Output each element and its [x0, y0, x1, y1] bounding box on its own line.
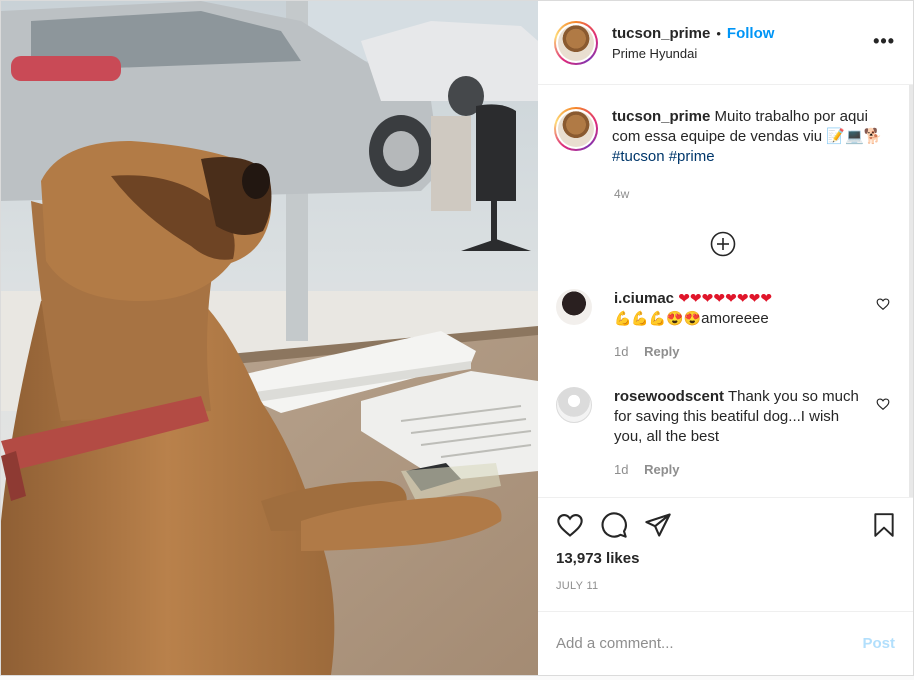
- follow-button[interactable]: Follow: [727, 25, 775, 42]
- post-caption: tucson_prime Muito trabalho por aqui com…: [554, 107, 894, 167]
- plus-circle-icon[interactable]: [710, 231, 736, 257]
- comment-emojis: 💪💪💪😍😍: [614, 310, 702, 326]
- comment-time[interactable]: 1d: [614, 344, 628, 359]
- caption-emojis: 📝💻🐕: [826, 128, 883, 145]
- author-avatar[interactable]: [554, 20, 598, 65]
- hashtag-link[interactable]: #prime: [669, 148, 715, 165]
- more-options-icon[interactable]: •••: [873, 31, 895, 52]
- caption-avatar[interactable]: [554, 107, 598, 151]
- caption-username[interactable]: tucson_prime: [612, 108, 710, 125]
- heart-outline-icon[interactable]: [556, 511, 584, 539]
- comment-item: i.ciumac ❤❤❤❤❤❤❤❤ 💪💪💪😍😍amoreeee 1d Reply: [556, 289, 896, 369]
- post-location[interactable]: Prime Hyundai: [612, 46, 774, 61]
- comments-scrollbar[interactable]: [909, 85, 913, 497]
- dog-at-desk-photo: [1, 1, 538, 675]
- commenter-avatar[interactable]: [556, 387, 592, 423]
- hashtag-link[interactable]: #tucson: [612, 148, 665, 165]
- bookmark-icon[interactable]: [871, 511, 897, 539]
- speech-bubble-icon[interactable]: [600, 511, 628, 539]
- author-username[interactable]: tucson_prime: [612, 25, 710, 42]
- post-header: tucson_prime • Follow Prime Hyundai •••: [538, 1, 913, 85]
- separator-dot: •: [716, 25, 721, 41]
- post-comment-button[interactable]: Post: [862, 635, 895, 652]
- reply-button[interactable]: Reply: [644, 462, 679, 477]
- comment-item: rosewoodscent Thank you so much for savi…: [556, 387, 896, 487]
- commenter-username[interactable]: rosewoodscent: [614, 388, 724, 405]
- comment-text: amoreeee: [701, 310, 769, 327]
- comment-input[interactable]: [556, 635, 863, 652]
- comment-hearts: ❤❤❤❤❤❤❤❤: [678, 290, 773, 306]
- post-actions: 13,973 likes JULY 11 Post: [538, 497, 913, 675]
- caption-time[interactable]: 4w: [614, 187, 629, 201]
- instagram-post-dialog: tucson_prime • Follow Prime Hyundai ••• …: [0, 0, 914, 676]
- comment-meta: 1d Reply: [614, 462, 680, 477]
- post-photo[interactable]: [1, 1, 538, 675]
- reply-button[interactable]: Reply: [644, 344, 679, 359]
- post-side-panel: tucson_prime • Follow Prime Hyundai ••• …: [538, 1, 913, 675]
- commenter-username[interactable]: i.ciumac: [614, 290, 674, 307]
- likes-count[interactable]: 13,973 likes: [556, 550, 639, 567]
- commenter-avatar[interactable]: [556, 289, 592, 325]
- add-comment-bar: Post: [538, 611, 913, 675]
- comment-like-heart-icon[interactable]: [876, 297, 890, 311]
- post-date[interactable]: JULY 11: [556, 580, 598, 592]
- comment-like-heart-icon[interactable]: [876, 397, 890, 411]
- paper-plane-icon[interactable]: [644, 511, 672, 539]
- comment-time[interactable]: 1d: [614, 462, 628, 477]
- comments-section[interactable]: tucson_prime Muito trabalho por aqui com…: [538, 85, 913, 497]
- comment-meta: 1d Reply: [614, 344, 680, 359]
